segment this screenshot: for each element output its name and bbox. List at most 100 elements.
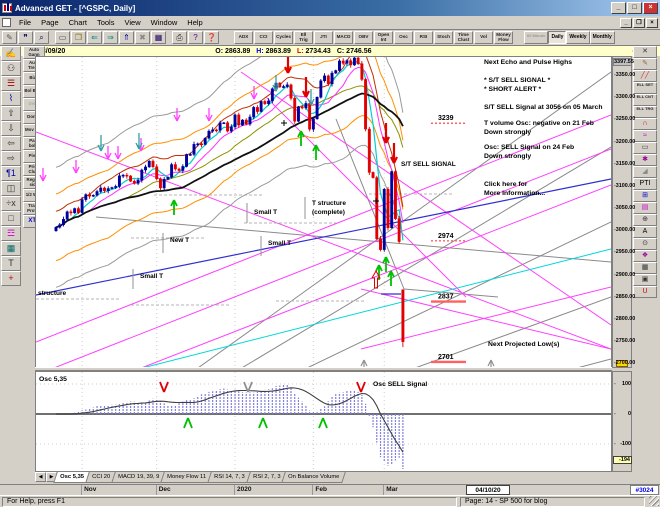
study-button-time-clust[interactable]: Time Clust bbox=[454, 31, 473, 44]
annotation-text[interactable]: Next Projected Low(s) bbox=[488, 341, 559, 348]
study-button-cci[interactable]: CCI bbox=[254, 31, 273, 44]
timeframe-daily[interactable]: Daily bbox=[548, 31, 566, 44]
ell-trg-button[interactable]: ELL TRG bbox=[633, 106, 657, 118]
time-tool-icon[interactable]: T bbox=[1, 256, 21, 271]
child-minimize-button[interactable]: _ bbox=[620, 18, 632, 28]
add-study-icon[interactable]: + bbox=[1, 271, 21, 286]
shapes-icon[interactable]: ❖ bbox=[633, 250, 657, 262]
annotation-text[interactable]: Osc: SELL Signal on 24 Feb bbox=[484, 144, 574, 151]
annotation-text[interactable]: T volume Osc: negative on 21 Feb bbox=[484, 120, 594, 127]
audio-alert-icon[interactable]: ∩ bbox=[633, 118, 657, 130]
tab-macd-19-39-9[interactable]: MACD 19, 39, 9 bbox=[111, 472, 166, 483]
close-tools-icon[interactable]: ✕ bbox=[633, 46, 657, 58]
search-icon[interactable]: ⌕ bbox=[34, 31, 49, 44]
arrow-left-icon[interactable]: ⇦ bbox=[1, 136, 21, 151]
annotation-text[interactable]: More Information... bbox=[484, 190, 545, 197]
annotation-text[interactable]: Click here for bbox=[484, 181, 527, 188]
compare-icon[interactable]: ◫ bbox=[1, 181, 21, 196]
divide-icon[interactable]: ÷x bbox=[1, 196, 21, 211]
grid-tile-icon[interactable]: ▦ bbox=[633, 262, 657, 274]
timeframe-monthly[interactable]: Monthly bbox=[590, 31, 615, 44]
pti-button[interactable]: PTI bbox=[633, 178, 657, 190]
eraser-icon[interactable]: ◢ bbox=[633, 166, 657, 178]
close-button[interactable]: × bbox=[643, 2, 658, 14]
box-tool-icon[interactable]: □ bbox=[1, 211, 21, 226]
tab-scroll-left[interactable]: ◀ bbox=[35, 472, 46, 482]
study-button-stoch[interactable]: Stoch bbox=[434, 31, 453, 44]
arrow-down-icon[interactable]: ⇩ bbox=[1, 121, 21, 136]
zoom-in-icon[interactable]: ⊕ bbox=[633, 214, 657, 226]
mob-button[interactable]: ▤ bbox=[633, 202, 657, 214]
pin-icon[interactable]: ✎ bbox=[2, 31, 17, 44]
study-button-obv[interactable]: OBV bbox=[354, 31, 373, 44]
print-icon[interactable]: ⎙ bbox=[172, 31, 187, 44]
price-chart-panel[interactable]: 3239297428372701S/T SELL SIGNALSmall TT … bbox=[35, 56, 612, 368]
study-button-jti[interactable]: JTI bbox=[314, 31, 333, 44]
expl-icon[interactable]: ✱ bbox=[633, 154, 657, 166]
annotation-text[interactable]: Next Echo and Pulse Highs bbox=[484, 59, 572, 66]
open-folder-icon[interactable]: ❐ bbox=[71, 31, 86, 44]
menu-page[interactable]: Page bbox=[36, 17, 64, 28]
magnifier-icon[interactable]: ⊙ bbox=[633, 238, 657, 250]
maximize-button[interactable]: □ bbox=[627, 2, 642, 14]
fan-lines-icon[interactable]: ≈ bbox=[633, 130, 657, 142]
child-close-button[interactable]: × bbox=[646, 18, 658, 28]
pilcrow-icon[interactable]: ¶1 bbox=[1, 166, 21, 181]
back-icon[interactable]: ⇐ bbox=[87, 31, 102, 44]
trendlines-icon[interactable]: ╱╱ bbox=[633, 70, 657, 82]
study-button-osc[interactable]: Osc bbox=[394, 31, 413, 44]
arrow-right-icon[interactable]: ⇨ bbox=[1, 151, 21, 166]
ell-set-button[interactable]: ELL SET bbox=[633, 82, 657, 94]
tab-money-flow-11[interactable]: Money Flow 11 bbox=[160, 472, 212, 483]
child-restore-button[interactable]: ❐ bbox=[633, 18, 645, 28]
pencil-icon[interactable]: ✎ bbox=[633, 58, 657, 70]
binoculars-icon[interactable]: ⚇ bbox=[1, 61, 21, 76]
study-button-open-int[interactable]: Open Int bbox=[374, 31, 393, 44]
annotation-text[interactable]: * SHORT ALERT * bbox=[484, 86, 541, 93]
menu-file[interactable]: File bbox=[14, 17, 36, 28]
annotation-text[interactable]: * S/T SELL SIGNAL * bbox=[484, 77, 550, 84]
minimize-button[interactable]: _ bbox=[611, 2, 626, 14]
quotes-icon[interactable]: ❞ bbox=[18, 31, 33, 44]
timeframe-60-minute[interactable]: 60 Minute bbox=[524, 31, 548, 44]
menu-window[interactable]: Window bbox=[146, 17, 183, 28]
study-button-rsi[interactable]: RSI bbox=[414, 31, 433, 44]
oscillator-panel[interactable]: Osc 5,35Osc SELL Signal bbox=[35, 371, 612, 472]
text-tool-icon[interactable]: A bbox=[633, 226, 657, 238]
menu-tools[interactable]: Tools bbox=[92, 17, 120, 28]
new-page-icon[interactable]: ▭ bbox=[55, 31, 70, 44]
study-button-ell-trig[interactable]: Ell Trig bbox=[294, 31, 313, 44]
lines-tool-icon[interactable]: ☲ bbox=[1, 226, 21, 241]
copy-pages-icon[interactable]: ▣ bbox=[633, 274, 657, 286]
auto-study-icon[interactable]: ☰ bbox=[1, 76, 21, 91]
tab-rsi-14-7-3[interactable]: RSI 14, 7, 3 bbox=[207, 472, 251, 483]
menu-chart[interactable]: Chart bbox=[64, 17, 92, 28]
chart-icon[interactable]: ▦ bbox=[151, 31, 166, 44]
up-icon[interactable]: ⇑ bbox=[119, 31, 134, 44]
resize-grip[interactable] bbox=[649, 496, 659, 506]
elliott-wave-icon[interactable]: ⌇ bbox=[1, 91, 21, 106]
delete-icon[interactable]: ✖ bbox=[135, 31, 150, 44]
time-axis[interactable]: 04/10/20 #3024 NovDec2020FebMar bbox=[0, 484, 660, 495]
pointer-tool-icon[interactable]: ✍ bbox=[1, 46, 21, 61]
price-axis[interactable]: 3397.55 3350.003300.003250.003200.003150… bbox=[612, 56, 632, 368]
forward-icon[interactable]: ⇒ bbox=[103, 31, 118, 44]
ell-cnt-button[interactable]: ELL CNT bbox=[633, 94, 657, 106]
underline-button[interactable]: U bbox=[633, 286, 657, 298]
arrow-up-icon[interactable]: ⇧ bbox=[1, 106, 21, 121]
timeframe-weekly[interactable]: Weekly bbox=[566, 31, 589, 44]
study-button-cycles[interactable]: Cycles bbox=[274, 31, 293, 44]
annotation-text[interactable]: Down strongly bbox=[484, 129, 531, 136]
gann-grid-icon[interactable]: ▦ bbox=[1, 241, 21, 256]
annotation-text[interactable]: S/T SELL Signal at 3056 on 05 March bbox=[484, 104, 602, 111]
annotation-text[interactable]: Down strongly bbox=[484, 153, 531, 160]
study-button-money-flow[interactable]: Money Flow bbox=[494, 31, 513, 44]
web-grid-icon[interactable]: ⊞ bbox=[633, 190, 657, 202]
menu-help[interactable]: Help bbox=[182, 17, 207, 28]
study-button-macd[interactable]: MACD bbox=[334, 31, 353, 44]
study-button-adx[interactable]: ADX bbox=[234, 31, 253, 44]
rectangle-icon[interactable]: ▭ bbox=[633, 142, 657, 154]
help-icon[interactable]: ? bbox=[188, 31, 203, 44]
context-help-icon[interactable]: ❓ bbox=[204, 31, 219, 44]
study-button-vol[interactable]: Vol bbox=[474, 31, 493, 44]
